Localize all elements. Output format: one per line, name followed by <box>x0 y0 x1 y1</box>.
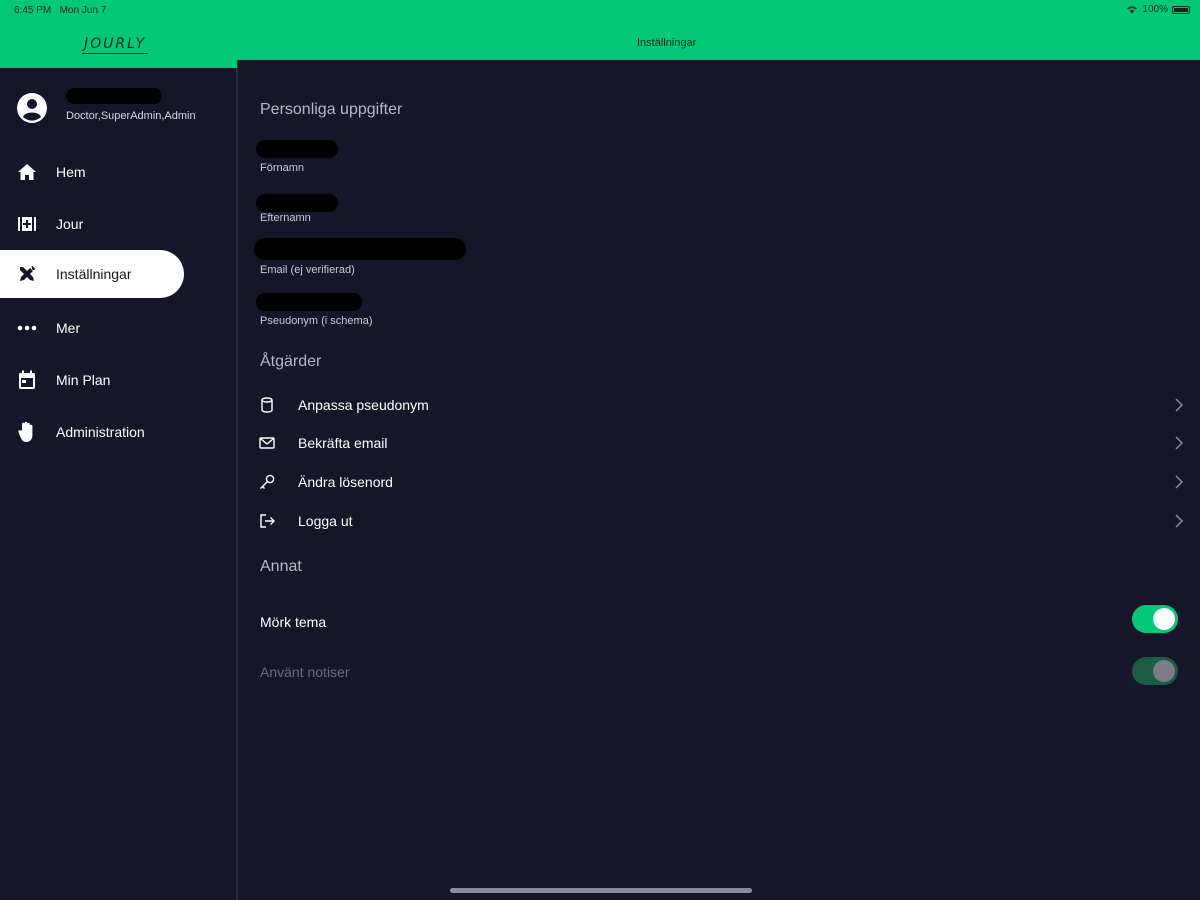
hand-icon <box>16 421 38 443</box>
toggle-knob <box>1153 608 1175 630</box>
action-label: Bekräfta email <box>298 435 388 451</box>
home-icon <box>16 161 38 183</box>
more-icon <box>16 317 38 339</box>
action-anpassa-pseudonym[interactable]: Anpassa pseudonym <box>238 386 1200 424</box>
status-indicators: 100% <box>1126 4 1190 15</box>
pseudonym-value-redacted <box>256 293 362 311</box>
action-andra-losenord[interactable]: Ändra lösenord <box>238 463 1200 501</box>
section-title-actions: Åtgärder <box>260 353 322 370</box>
avatar-icon <box>17 93 47 123</box>
last-name-label: Efternamn <box>260 212 311 224</box>
toggle-knob <box>1153 660 1175 682</box>
sidebar-item-label: Jour <box>56 216 84 232</box>
action-bekrafta-email[interactable]: Bekräfta email <box>238 424 1200 462</box>
sidebar-item-min-plan[interactable]: Min Plan <box>0 356 184 404</box>
battery-icon <box>1172 5 1190 14</box>
chevron-right-icon <box>1175 436 1184 450</box>
dark-theme-label: Mörk tema <box>260 614 327 630</box>
action-label: Logga ut <box>298 513 353 529</box>
status-clock: 6:45 PM <box>14 5 52 16</box>
cylinder-icon <box>261 397 273 413</box>
tools-icon <box>16 263 38 285</box>
app-logo: JOURLY <box>82 36 149 54</box>
sidebar-item-label: Mer <box>56 320 81 336</box>
action-label: Anpassa pseudonym <box>298 397 429 413</box>
sidebar-item-mer[interactable]: Mer <box>0 304 184 352</box>
last-name-value-redacted <box>256 194 338 212</box>
key-icon <box>260 474 275 489</box>
status-time: 6:45 PM Mon Jun 7 <box>14 5 106 16</box>
first-name-label: Förnamn <box>260 162 305 174</box>
sidebar-item-label: Hem <box>56 164 86 180</box>
chevron-right-icon <box>1175 514 1184 528</box>
notifications-label: Använt notiser <box>260 664 350 680</box>
email-label: Email (ej verifierad) <box>260 264 355 276</box>
chevron-right-icon <box>1175 398 1184 412</box>
sidebar-item-installningar[interactable]: Inställningar <box>0 250 184 298</box>
status-date: Mon Jun 7 <box>59 5 107 16</box>
user-name-redacted <box>66 88 162 104</box>
mail-icon <box>259 437 275 449</box>
first-name-value-redacted <box>256 140 338 158</box>
email-value-redacted <box>254 238 466 260</box>
medical-kit-icon <box>16 213 38 235</box>
user-profile[interactable]: Doctor,SuperAdmin,Admin <box>16 88 236 128</box>
home-indicator[interactable] <box>450 888 752 893</box>
section-title-other: Annat <box>260 558 302 575</box>
action-logga-ut[interactable]: Logga ut <box>238 502 1200 540</box>
section-title-personal: Personliga uppgifter <box>260 101 403 118</box>
settings-content: Personliga uppgifter Förnamn Efternamn E… <box>238 60 1200 900</box>
wifi-icon <box>1127 6 1138 14</box>
battery-percent: 100% <box>1142 4 1168 15</box>
user-roles: Doctor,SuperAdmin,Admin <box>66 110 196 122</box>
sidebar-header: 6:45 PM Mon Jun 7 JOURLY <box>0 0 237 68</box>
sidebar-item-administration[interactable]: Administration <box>0 408 184 456</box>
pseudonym-label: Pseudonym (i schema) <box>260 315 373 327</box>
calendar-icon <box>16 369 38 391</box>
sidebar-item-jour[interactable]: Jour <box>0 200 184 248</box>
logout-icon <box>260 514 275 528</box>
action-label: Ändra lösenord <box>298 474 393 490</box>
notifications-toggle[interactable] <box>1132 657 1178 685</box>
sidebar-item-label: Administration <box>56 424 145 440</box>
sidebar-item-hem[interactable]: Hem <box>0 148 184 196</box>
sidebar-item-label: Inställningar <box>56 266 132 282</box>
dark-theme-toggle[interactable] <box>1132 605 1178 633</box>
sidebar-item-label: Min Plan <box>56 372 111 388</box>
chevron-right-icon <box>1175 475 1184 489</box>
sidebar: Doctor,SuperAdmin,Admin Hem Jour Inställ… <box>0 68 237 900</box>
page-title: Inställningar <box>637 37 697 49</box>
